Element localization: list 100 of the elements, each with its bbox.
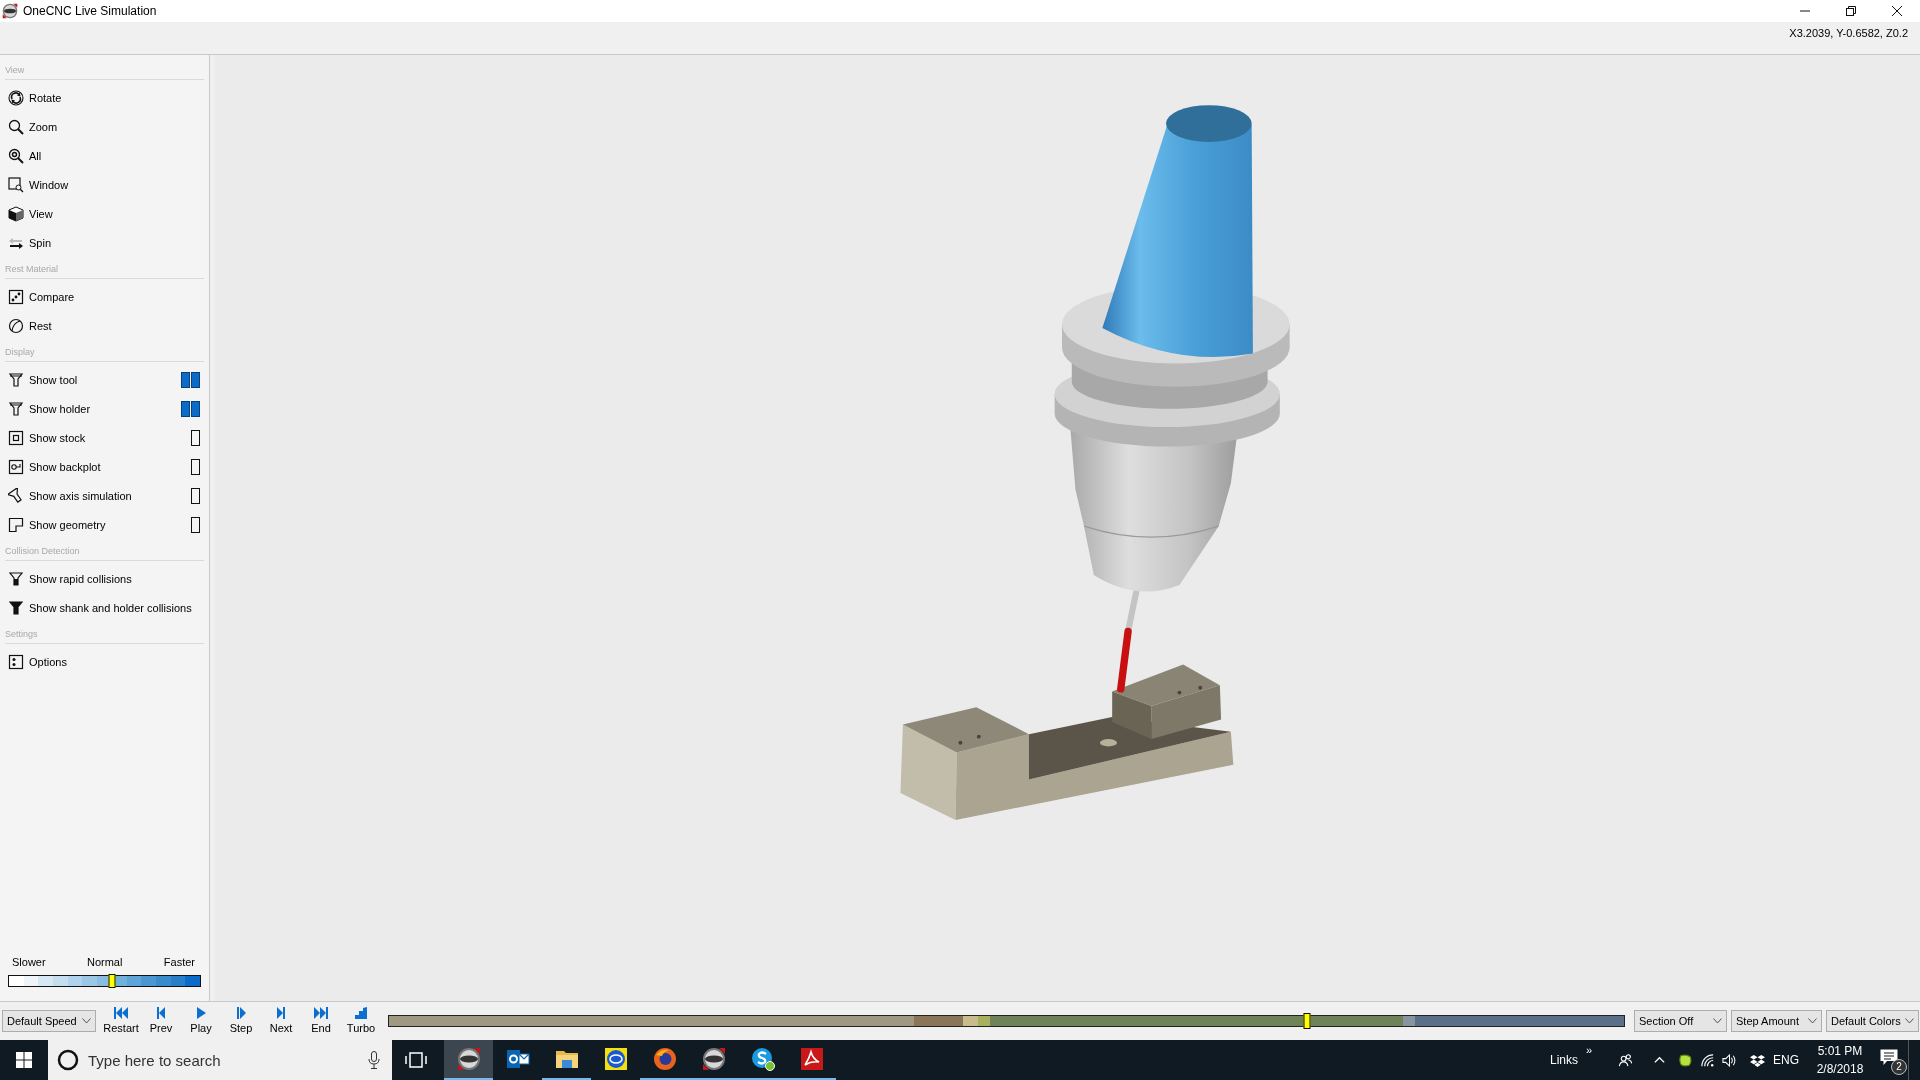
search-field[interactable]: Type here to search bbox=[88, 1049, 360, 1071]
taskbar-app-button[interactable] bbox=[444, 1040, 493, 1080]
cube-icon bbox=[8, 205, 24, 222]
tool-holder-icon bbox=[8, 400, 24, 417]
sidebar-item[interactable]: All bbox=[8, 145, 42, 166]
turbo-button[interactable]: Turbo bbox=[341, 1004, 381, 1038]
dropdown[interactable]: Default Speed bbox=[2, 1010, 96, 1032]
options-icon bbox=[8, 653, 24, 670]
disc-logo-icon bbox=[701, 1047, 726, 1071]
geometry-icon bbox=[8, 516, 24, 533]
sidebar-item[interactable]: Show shank and holder collisions bbox=[8, 597, 192, 618]
speed-slider-track[interactable] bbox=[8, 975, 201, 987]
sidebar-item[interactable]: View bbox=[8, 203, 53, 224]
dropdown[interactable]: Default Colors bbox=[1826, 1010, 1919, 1032]
task-view-icon bbox=[405, 1052, 427, 1068]
end-button[interactable]: End bbox=[301, 1004, 341, 1038]
links-toolbar-button[interactable]: Links bbox=[1546, 1040, 1582, 1080]
language-button[interactable]: ENG bbox=[1768, 1040, 1804, 1080]
envelope-icon bbox=[505, 1047, 530, 1071]
previous-icon bbox=[154, 1007, 168, 1019]
step-button[interactable]: Step bbox=[221, 1004, 261, 1038]
slider-thumb[interactable] bbox=[108, 974, 116, 988]
sidebar-item[interactable]: Show axis simulation bbox=[8, 485, 132, 506]
toggle-indicator[interactable] bbox=[191, 458, 200, 475]
next-button[interactable]: Next bbox=[261, 1004, 301, 1038]
badge-logo-icon bbox=[603, 1047, 628, 1071]
previous-button[interactable]: Prev bbox=[141, 1004, 181, 1038]
sidebar-item[interactable]: Show holder bbox=[8, 398, 91, 419]
globe-icon bbox=[652, 1047, 677, 1071]
sidebar-item[interactable]: Show geometry bbox=[8, 514, 106, 535]
magnifier-icon bbox=[8, 147, 24, 164]
ring-icon bbox=[57, 1049, 79, 1071]
tilted-holder-icon bbox=[8, 487, 24, 504]
wifi-icon bbox=[1699, 1052, 1715, 1068]
sidebar-item[interactable]: Rotate bbox=[8, 87, 62, 108]
timeline-thumb[interactable] bbox=[1303, 1013, 1311, 1029]
play-button[interactable]: Play bbox=[181, 1004, 221, 1038]
people-icon bbox=[1617, 1052, 1633, 1068]
toggle-indicator[interactable] bbox=[181, 400, 200, 417]
step-icon bbox=[234, 1007, 248, 1019]
cursor-coordinates: X3.2039, Y-0.6582, Z0.2 bbox=[1789, 26, 1908, 40]
restore-icon bbox=[1846, 6, 1856, 16]
sidebar-item[interactable]: Options bbox=[8, 651, 67, 672]
sidebar-item[interactable]: Show stock bbox=[8, 427, 86, 448]
backplot-icon bbox=[8, 458, 24, 475]
section-heading: Rest Material bbox=[5, 264, 58, 275]
sidebar-item[interactable]: Show tool bbox=[8, 369, 78, 390]
window-magnifier-icon bbox=[8, 176, 24, 193]
toggle-indicator[interactable] bbox=[191, 516, 200, 533]
notification-count: 2 bbox=[1891, 1059, 1907, 1075]
stairs-icon bbox=[354, 1007, 368, 1019]
caret-icon bbox=[1808, 1018, 1817, 1024]
volume-icon bbox=[1721, 1052, 1737, 1068]
section-heading: View bbox=[5, 65, 25, 76]
section-heading: Collision Detection bbox=[5, 546, 80, 557]
toggle-indicator[interactable] bbox=[181, 371, 200, 388]
caret-icon bbox=[1713, 1018, 1722, 1024]
notifications-button[interactable]: 2 bbox=[1876, 1040, 1908, 1080]
microphone-icon bbox=[368, 1051, 380, 1069]
section-heading: Settings bbox=[5, 629, 38, 640]
speed-label: Normal bbox=[87, 955, 123, 969]
skip-end-icon bbox=[314, 1007, 328, 1019]
caret-icon bbox=[82, 1018, 91, 1024]
leaf-icon bbox=[1677, 1052, 1693, 1068]
document-app-icon bbox=[799, 1047, 824, 1071]
skip-back-icon bbox=[114, 1007, 128, 1019]
toggle-indicator[interactable] bbox=[191, 429, 200, 446]
chat-app-icon bbox=[750, 1047, 775, 1071]
timeline-track[interactable] bbox=[388, 1015, 1625, 1027]
toggle-indicator[interactable] bbox=[191, 487, 200, 504]
rotate-icon bbox=[8, 89, 24, 106]
sidebar-item[interactable]: Spin bbox=[8, 232, 52, 253]
more-links-button[interactable]: » bbox=[1582, 1040, 1596, 1080]
next-icon bbox=[274, 1007, 288, 1019]
disc-logo-icon bbox=[456, 1047, 481, 1071]
window-title: OneCNC Live Simulation bbox=[23, 4, 157, 18]
restart-button[interactable]: Restart bbox=[101, 1004, 141, 1038]
sidebar-item[interactable]: Show rapid collisions bbox=[8, 568, 132, 589]
dropdown[interactable]: Step Amount bbox=[1731, 1010, 1822, 1032]
tool-holder-icon bbox=[8, 570, 24, 587]
play-icon bbox=[194, 1007, 208, 1019]
tool-holder-icon bbox=[8, 599, 24, 616]
sidebar-item[interactable]: Compare bbox=[8, 286, 75, 307]
sidebar-item[interactable]: Zoom bbox=[8, 116, 58, 137]
clock[interactable]: 5:01 PM 2/8/2018 bbox=[1804, 1040, 1876, 1080]
windows-logo-icon bbox=[16, 1052, 32, 1068]
speed-label: Faster bbox=[163, 955, 195, 969]
dotted-square-icon bbox=[8, 288, 24, 305]
sidebar-item[interactable]: Window bbox=[8, 174, 69, 195]
sidebar-item[interactable]: Rest bbox=[8, 315, 52, 336]
search-box[interactable]: Type here to search bbox=[48, 1040, 392, 1080]
magnifier-icon bbox=[8, 118, 24, 135]
sidebar-item[interactable]: Show backplot bbox=[8, 456, 101, 477]
section-heading: Display bbox=[5, 347, 35, 358]
sphere-icon bbox=[8, 317, 24, 334]
app-logo-icon bbox=[2, 3, 18, 19]
message-icon bbox=[1880, 1048, 1898, 1066]
dropdown[interactable]: Section Off bbox=[1634, 1010, 1727, 1032]
speed-label: Slower bbox=[12, 955, 46, 969]
tool-holder-icon bbox=[8, 371, 24, 388]
